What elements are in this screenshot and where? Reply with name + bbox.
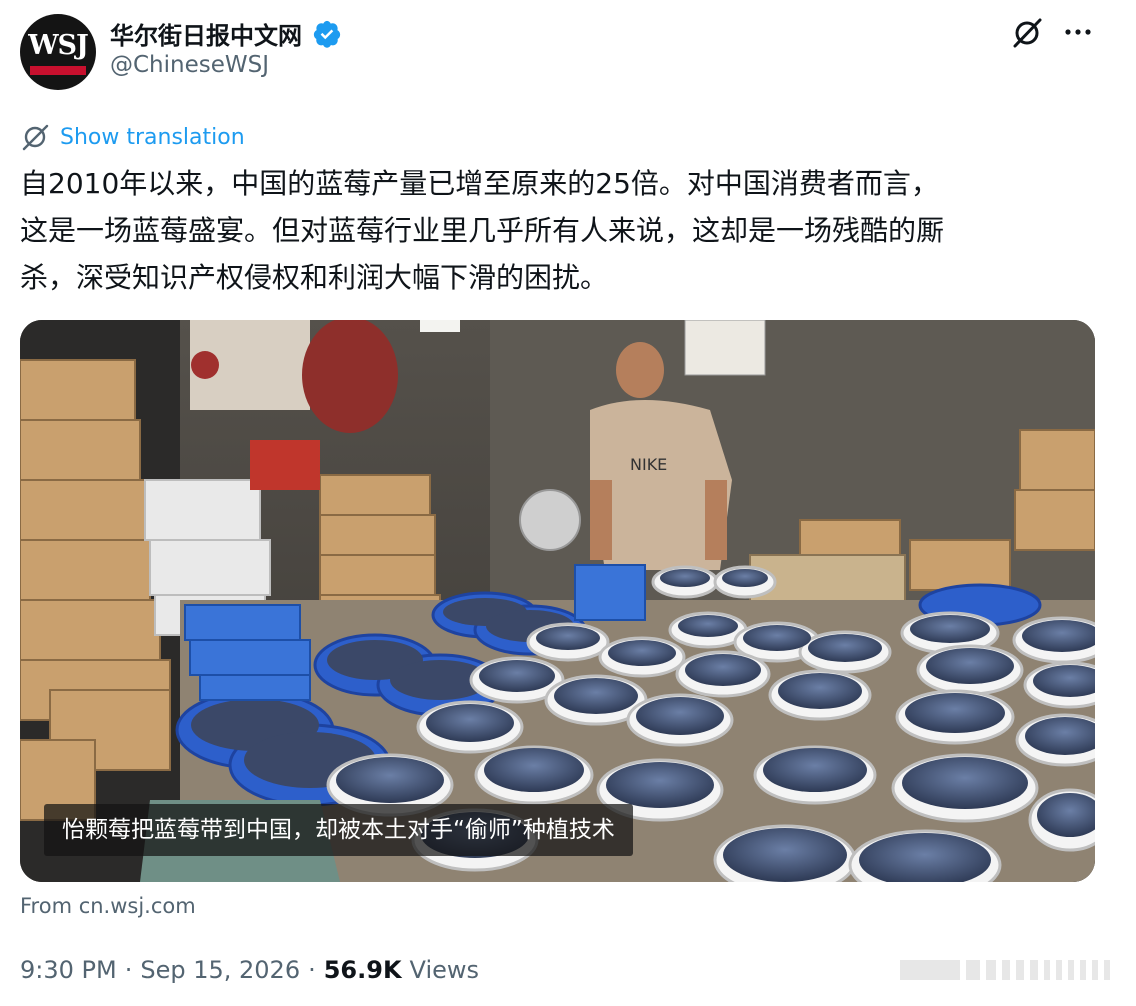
tweet-meta: 9:30 PM · Sep 15, 2026 · 56.9K Views	[20, 956, 479, 984]
views-label: Views	[409, 956, 480, 984]
show-translation-link[interactable]: Show translation	[20, 122, 245, 152]
link-source[interactable]: From cn.wsj.com	[20, 894, 196, 918]
display-name-row[interactable]: 华尔街日报中文网	[110, 16, 342, 51]
verified-badge-icon	[313, 20, 341, 48]
avatar-logo-text: WSJ	[28, 30, 89, 61]
avatar[interactable]: WSJ	[20, 14, 96, 90]
display-name[interactable]: 华尔街日报中文网	[110, 16, 302, 51]
translate-icon	[22, 124, 49, 151]
meta-separator: ·	[124, 956, 133, 984]
views-count: 56.9K	[323, 956, 402, 984]
meta-separator: ·	[308, 956, 316, 984]
tweet-time[interactable]: 9:30 PM	[20, 956, 117, 984]
grok-icon[interactable]	[1010, 16, 1044, 50]
tweet-photo[interactable]: NIKE 怡颗莓把蓝莓带到中国，却被本土对手“偷师”种植技术	[20, 320, 1095, 882]
tweet-date[interactable]: Sep 15, 2026	[140, 956, 300, 984]
watermark-bars	[900, 960, 1110, 980]
tweet-text: 自2010年以来，中国的蓝莓产量已增至原来的25倍。对中国消费者而言， 这是一场…	[20, 167, 945, 294]
user-handle[interactable]: @ChineseWSJ	[110, 52, 269, 78]
avatar-logo-bar	[30, 66, 86, 75]
market-stall-photo: NIKE	[20, 320, 1095, 882]
show-translation-label[interactable]: Show translation	[60, 125, 245, 150]
more-options-icon[interactable]	[1062, 20, 1094, 44]
shirt-logo: NIKE	[630, 455, 667, 474]
photo-caption: 怡颗莓把蓝莓带到中国，却被本土对手“偷师”种植技术	[44, 804, 633, 856]
